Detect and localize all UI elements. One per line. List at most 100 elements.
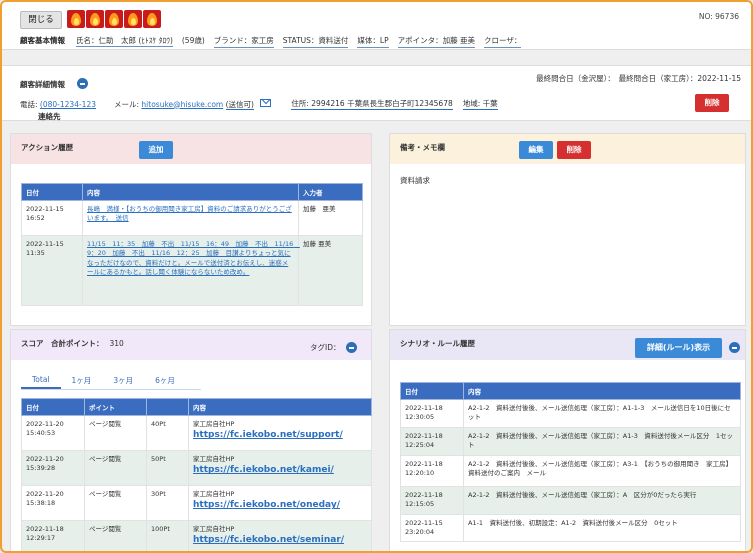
tab-total[interactable]: Total [21,375,61,389]
scenario-header: シナリオ・ルール履歴 詳細(ルール)表示 [390,330,745,360]
col-date: 日付 [21,398,85,416]
score-total: 310 [109,339,124,348]
tab-1-month[interactable]: 1ヶ月 [61,375,103,389]
table-row: 2022-11-18 12:29:17 ページ閲覧 100Pt 家工房自社HP … [21,520,372,551]
contact-title: 連絡先 [38,112,61,121]
row-type: ページ閲覧 [84,415,147,451]
row-content: A2-1-2 資料送付後後、メール送信処理（家工房）：A1-1-3 メール送信日… [463,399,741,428]
customer-number: NO: 96736 [698,12,739,21]
rule-detail-button[interactable]: 詳細(ルール)表示 [635,338,722,358]
row-date: 2022-11-18 12:30:05 [400,399,464,428]
customer-header: 閉じる NO: 96736 顧客基本情報 氏名：仁助 太郎 (ﾋﾄｽｹ ﾀﾛｳ)… [2,2,751,50]
flame-icon [124,10,142,28]
table-row: 2022-11-18 12:25:04 A2-1-2 資料送付後後、メール送信処… [400,426,741,456]
table-row: 2022-11-18 12:15:05 A2-1-2 資料送付後後、メール送信処… [400,485,741,515]
row-date: 2022-11-20 15:38:18 [21,485,85,521]
col-points: ポイント [84,398,147,416]
collapse-icon[interactable] [346,342,357,353]
phone: 電話: (080-1234-123 [20,99,96,109]
table-row: 2022-11-18 12:20:10 A2-1-2 資料送付後後、メール送信処… [400,454,741,487]
action-history-panel: アクション履歴 追加 日付 内容 入力者 2022-11-15 16:52 長嶋… [10,133,372,326]
customer-detail: 顧客詳細情報 最終問合日（金沢屋）： 最終問合日（家工房）：2022-11-15… [2,65,751,121]
collapse-icon[interactable] [77,78,88,89]
media-field[interactable]: 媒体：LP [357,35,389,48]
detail-title: 顧客詳細情報 [20,80,65,89]
mail-send-icon[interactable] [260,98,272,107]
row-points: 40Pt [146,415,189,451]
action-history-header: アクション履歴 追加 [11,134,371,164]
delete-customer-button[interactable]: 削除 [695,94,729,112]
table-row: 2022-11-20 15:39:28 ページ閲覧 50Pt 家工房自社HP h… [21,450,372,486]
row-points: 50Pt [146,450,189,486]
col-content: 内容 [188,398,372,416]
mail: メール: hitosuke@hisuke.com (送信可) [114,98,272,110]
table-row: 2022-11-15 11:35 11/15 11：35 加藤 不出 11/15… [21,235,363,306]
score-tabs: Total 1ヶ月 3ヶ月 6ヶ月 [21,375,201,390]
edit-memo-button[interactable]: 編集 [519,141,553,159]
closer-field[interactable]: クローザ： [484,35,522,48]
col-date: 日付 [400,382,464,400]
row-date: 2022-11-18 12:29:17 [21,520,85,551]
brand-field[interactable]: ブランド：家工房 [213,35,274,48]
row-content[interactable]: 11/15 11：35 加藤 不出 11/15 16：49 加藤 不出 11/1… [82,235,300,306]
col-content: 内容 [463,382,741,400]
close-button[interactable]: 閉じる [20,11,62,29]
row-author: 加藤 亜美 [298,235,363,306]
status-field[interactable]: STATUS：資料送付 [282,35,349,48]
tag-id-label: タグID： [310,343,341,352]
mail-status: (送信可) [225,99,254,110]
row-type: ページ閲覧 [84,485,147,521]
table-row: 2022-11-15 23:20:04 A1-1 資料送付後、初期設定：A1-2… [400,513,741,543]
table-row: 2022-11-15 16:52 長嶋 満様・【おうちの御用聞き家工房】資料のご… [21,200,363,236]
phone-link[interactable]: (080-1234-123 [40,100,96,109]
section-title: 顧客基本情報 [20,36,65,45]
address: 住所: 2994216 千葉県長生郡白子町12345678 [291,99,453,110]
score-panel: スコア 合計ポイント： 310 タグID： Total 1ヶ月 3ヶ月 6ヶ月 日… [10,329,372,551]
col-author: 入力者 [298,183,363,201]
row-date: 2022-11-18 12:25:04 [400,426,464,456]
tab-6-months[interactable]: 6ヶ月 [144,375,186,389]
score-title: スコア 合計ポイント： 310 [21,339,124,348]
row-content[interactable]: 長嶋 満様・【おうちの御用聞き家工房】資料のご請求ありがとうございます。 送信 [82,200,299,236]
hotness-rating [67,10,161,28]
page-link[interactable]: https://fc.iekobo.net/kamei/ [193,465,334,475]
col-content: 内容 [82,183,299,201]
customer-age: (59歳) [181,36,205,45]
collapse-icon[interactable] [729,342,740,353]
action-history-title: アクション履歴 [21,143,74,152]
add-action-button[interactable]: 追加 [139,141,173,159]
action-table: 日付 内容 入力者 2022-11-15 16:52 長嶋 満様・【おうちの御用… [21,183,363,306]
appointer-field[interactable]: アポインタ：加藤 亜美 [397,35,476,48]
mail-link[interactable]: hitosuke@hisuke.com [141,100,223,109]
row-points: 30Pt [146,485,189,521]
score-table: 日付 ポイント 内容 2022-11-20 15:40:53 ページ閲覧 40P… [21,398,372,551]
row-content: 家工房自社HP https://fc.iekobo.net/support/ [188,415,372,451]
delete-memo-button[interactable]: 削除 [557,141,591,159]
score-header: スコア 合計ポイント： 310 タグID： [11,330,371,360]
table-row: 2022-11-20 15:40:53 ページ閲覧 40Pt 家工房自社HP h… [21,415,372,451]
memo-title: 備考・メモ欄 [400,143,445,152]
area: 地域: 千葉 [462,99,498,110]
tab-3-months[interactable]: 3ヶ月 [102,375,144,389]
app-frame: 閉じる NO: 96736 顧客基本情報 氏名：仁助 太郎 (ﾋﾄｽｹ ﾀﾛｳ)… [0,0,753,553]
scenario-table: 日付 内容 2022-11-18 12:30:05 A2-1-2 資料送付後後、… [400,382,741,543]
table-row: 2022-11-20 15:38:18 ページ閲覧 30Pt 家工房自社HP h… [21,485,372,521]
memo-body: 資料請求 [400,176,430,185]
row-type: ページ閲覧 [84,450,147,486]
row-points: 100Pt [146,520,189,551]
row-date: 2022-11-18 12:15:05 [400,485,464,515]
page-link[interactable]: https://fc.iekobo.net/support/ [193,430,343,440]
contact-row: 連絡先 電話: (080-1234-123 メール: hitosuke@hisu… [20,98,498,121]
flame-icon [86,10,104,28]
row-content: A2-1-2 資料送付後後、メール送信処理（家工房）：A3-1 【おうちの御用聞… [463,454,741,487]
row-content: 家工房自社HP https://fc.iekobo.net/kamei/ [188,450,372,486]
row-date: 2022-11-18 12:20:10 [400,454,464,487]
row-author: 加藤 亜美 [298,200,363,236]
page-link[interactable]: https://fc.iekobo.net/oneday/ [193,500,340,510]
row-content: A2-1-2 資料送付後後、メール送信処理（家工房）：A 区分が0だったら実行 [463,485,741,515]
page-link[interactable]: https://fc.iekobo.net/seminar/ [193,535,344,545]
row-content: A2-1-2 資料送付後後、メール送信処理（家工房）：A1-3 資料送付後メール… [463,426,741,456]
row-content: 家工房自社HP https://fc.iekobo.net/seminar/ [188,520,372,551]
row-date: 2022-11-15 23:20:04 [400,513,464,543]
col-points-value [146,398,189,416]
